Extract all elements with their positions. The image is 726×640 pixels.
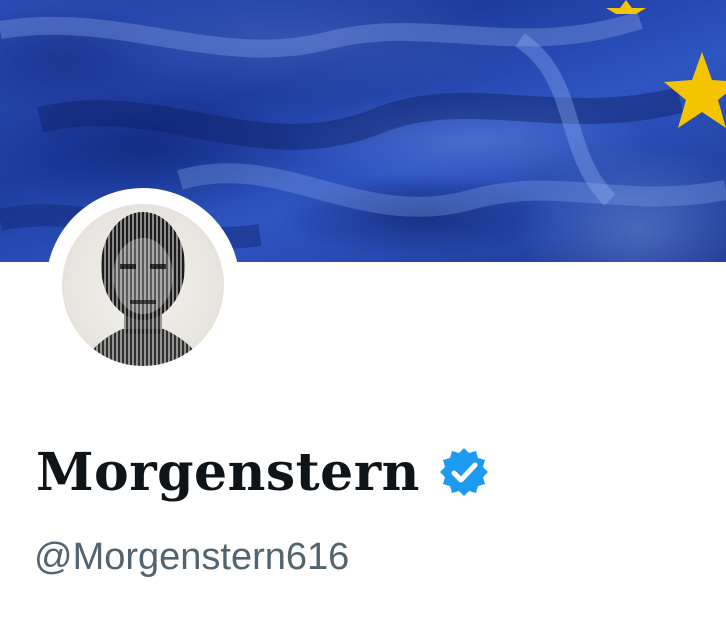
avatar-portrait [82, 212, 204, 366]
profile-display-name: Morgenstern [36, 441, 420, 503]
eu-star-icon [606, 0, 646, 14]
avatar[interactable] [62, 204, 224, 366]
eu-star-icon [664, 52, 726, 128]
verified-badge-icon[interactable] [438, 446, 490, 498]
profile-name-row: Morgenstern [36, 432, 490, 512]
profile-handle: @Morgenstern616 [34, 536, 350, 578]
